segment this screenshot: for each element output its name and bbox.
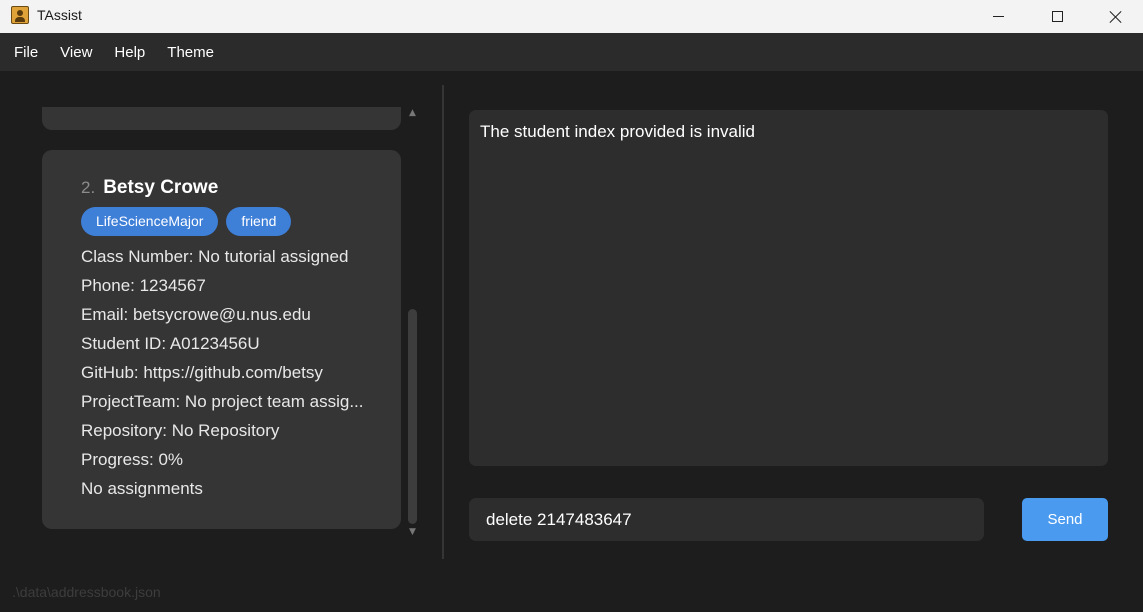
assignments-field: No assignments xyxy=(81,479,203,498)
menu-file[interactable]: File xyxy=(3,44,49,61)
menu-help[interactable]: Help xyxy=(103,44,156,61)
save-location-status: .\data\addressbook.json xyxy=(12,584,161,600)
menu-theme[interactable]: Theme xyxy=(156,44,225,61)
progress-field: Progress: 0% xyxy=(81,450,184,469)
minimize-button[interactable] xyxy=(975,0,1021,33)
email-field: Email: betsycrowe@u.nus.edu xyxy=(81,305,311,324)
project-team-field: ProjectTeam: No project team assig... xyxy=(81,392,364,411)
menu-bar: File View Help Theme xyxy=(0,33,1143,71)
student-index: 2. xyxy=(81,178,96,197)
result-display: The student index provided is invalid xyxy=(469,110,1108,466)
github-field: GitHub: https://github.com/betsy xyxy=(81,363,323,382)
maximize-icon xyxy=(1051,11,1063,22)
command-input[interactable] xyxy=(469,498,984,541)
student-header: 2. Betsy Crowe xyxy=(81,177,401,199)
tag-list: LifeScienceMajor friend xyxy=(81,207,401,236)
menu-view[interactable]: View xyxy=(49,44,103,61)
student-fields: Class Number: No tutorial assigned Phone… xyxy=(81,242,401,503)
tag-lifesciencemajor: LifeScienceMajor xyxy=(81,207,219,236)
tag-friend: friend xyxy=(226,207,292,236)
student-id-field: Student ID: A0123456U xyxy=(81,334,260,353)
window-title: TAssist xyxy=(37,7,82,23)
send-button[interactable]: Send xyxy=(1022,498,1108,541)
minimize-icon xyxy=(992,16,1004,17)
student-name: Betsy Crowe xyxy=(103,177,219,198)
result-message: The student index provided is invalid xyxy=(480,122,755,141)
app-icon xyxy=(11,6,29,24)
maximize-button[interactable] xyxy=(1034,0,1080,33)
close-icon xyxy=(1109,10,1123,24)
title-bar: TAssist xyxy=(0,0,1143,33)
repository-field: Repository: No Repository xyxy=(81,421,280,440)
student-list-scrollbar[interactable]: ▲ ▼ xyxy=(406,107,419,539)
scroll-thumb[interactable] xyxy=(408,309,417,524)
scroll-up-arrow-icon[interactable]: ▲ xyxy=(406,107,419,120)
panel-divider[interactable] xyxy=(442,85,444,559)
phone-field: Phone: 1234567 xyxy=(81,276,206,295)
class-number-field: Class Number: No tutorial assigned xyxy=(81,247,349,266)
student-card[interactable]: 2. Betsy Crowe LifeScienceMajor friend C… xyxy=(42,150,401,529)
scroll-down-arrow-icon[interactable]: ▼ xyxy=(406,526,419,539)
student-card-previous[interactable] xyxy=(42,107,401,130)
close-button[interactable] xyxy=(1093,0,1139,33)
